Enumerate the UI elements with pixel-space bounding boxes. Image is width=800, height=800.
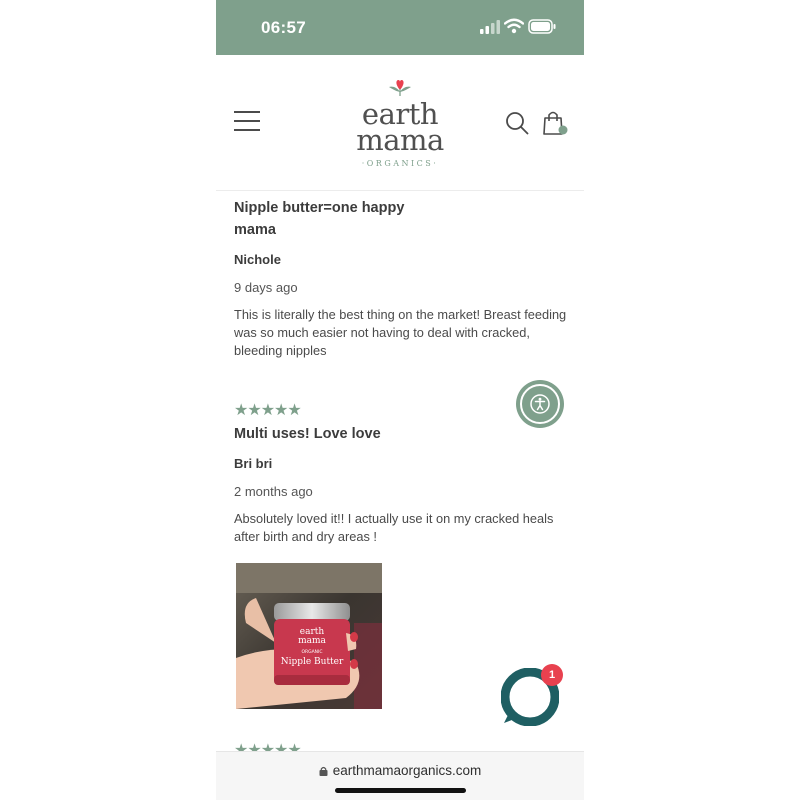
review-author: Bri bri	[234, 456, 273, 471]
cellular-signal-icon	[480, 20, 500, 34]
review-title: Nipple butter=one happy mama	[234, 200, 405, 238]
lock-icon	[319, 766, 328, 776]
url-display[interactable]: earthmamaorganics.com	[216, 763, 584, 778]
browser-url-bar[interactable]: earthmamaorganics.com	[216, 751, 584, 800]
status-time: 06:57	[261, 18, 306, 37]
review-author: Nichole	[234, 252, 281, 267]
status-bar: 06:57	[216, 0, 584, 55]
wifi-icon	[504, 18, 524, 34]
review-title: Multi uses! Love love	[234, 426, 381, 442]
chat-notification-badge: 1	[541, 664, 563, 686]
star-rating: ★★★★★	[234, 402, 302, 419]
battery-icon	[528, 19, 556, 34]
accessibility-icon	[530, 394, 550, 414]
nipple-butter-jar-photo: earth mama ORGANIC Nipple Butter	[236, 563, 382, 709]
home-indicator[interactable]	[335, 788, 466, 793]
jar-brand-line2: mama	[298, 636, 326, 646]
hamburger-menu-icon[interactable]	[234, 111, 260, 133]
review-date: 9 days ago	[234, 280, 298, 295]
url-text: earthmamaorganics.com	[332, 763, 482, 778]
earth-mama-logo[interactable]: earth mama ·ORGANICS·	[348, 79, 452, 169]
review-body: Absolutely loved it!! I actually use it …	[234, 511, 554, 544]
jar-product-name: Nipple Butter	[281, 657, 344, 667]
search-icon[interactable]	[505, 111, 529, 135]
accessibility-button[interactable]	[516, 380, 564, 428]
review-date: 2 months ago	[234, 484, 313, 499]
jar-label-small: ORGANIC	[301, 649, 322, 655]
logo-word-organics: ·ORGANICS·	[361, 159, 439, 168]
review-body: This is literally the best thing on the …	[234, 307, 567, 358]
site-header: earth mama ·ORGANICS·	[216, 55, 584, 191]
review-photo[interactable]: earth mama ORGANIC Nipple Butter	[236, 563, 382, 709]
phone-screen: 06:57 earth mama ·ORGANICS· Nipple butte…	[216, 0, 584, 800]
shopping-bag-icon[interactable]	[541, 109, 569, 137]
logo-word-mama: mama	[356, 123, 444, 157]
